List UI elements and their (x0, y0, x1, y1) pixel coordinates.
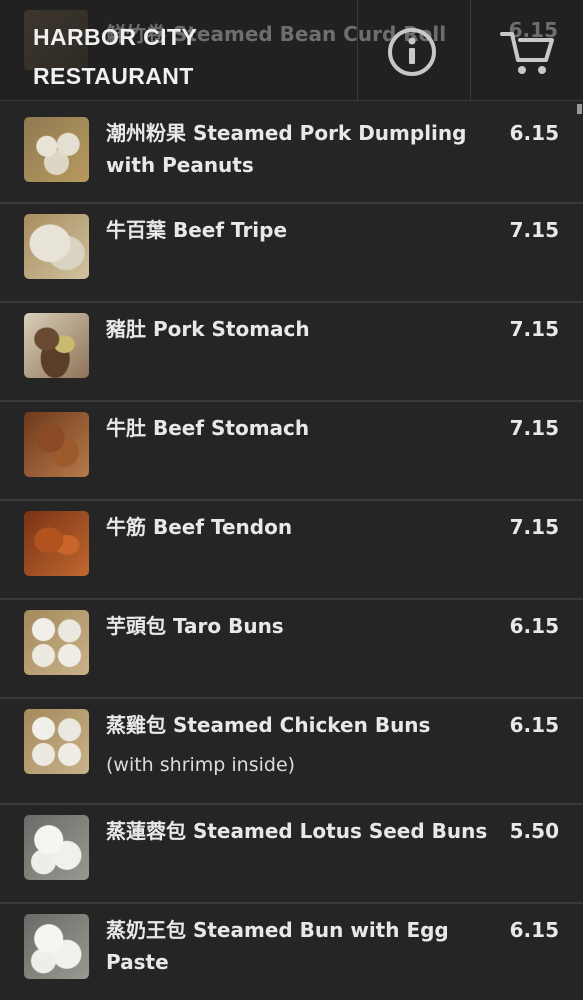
menu-item-name: 牛筋 Beef Tendon (106, 515, 293, 539)
menu-item-row[interactable]: 蒸雞包 Steamed Chicken Buns 6.15 (with shrimp… (0, 699, 583, 805)
menu-item-price: 6.15 (509, 121, 559, 145)
menu-item-row[interactable]: 牛肚 Beef Stomach 7.15 (0, 402, 583, 501)
menu-item-price: 6.15 (509, 614, 559, 638)
menu-item-price: 7.15 (509, 515, 559, 539)
menu-item-row[interactable]: 豬肚 Pork Stomach 7.15 (0, 303, 583, 402)
menu-list: 潮州粉果 Steamed Pork Dumpling with Peanuts 6… (0, 107, 583, 1000)
shopping-cart-icon (500, 32, 554, 74)
menu-item-row[interactable]: 蒸蓮蓉包 Steamed Lotus Seed Buns 5.50 (0, 805, 583, 904)
scrollbar-thumb[interactable] (577, 104, 582, 114)
menu-item-row[interactable]: 牛百葉 Beef Tripe 7.15 (0, 204, 583, 303)
menu-item-name: 潮州粉果 Steamed Pork Dumpling with Peanuts (106, 121, 467, 177)
menu-item-price: 6.15 (509, 713, 559, 737)
menu-item-thumbnail (24, 610, 89, 675)
menu-item-price: 7.15 (509, 416, 559, 440)
menu-item-thumbnail (24, 117, 89, 182)
menu-item-description: (with shrimp inside) (106, 754, 296, 776)
menu-item-thumbnail (24, 412, 89, 477)
menu-item-price: 6.15 (509, 918, 559, 942)
restaurant-name-line-2: RESTAURANT (33, 63, 194, 89)
menu-item-thumbnail (24, 815, 89, 880)
menu-item-thumbnail (24, 313, 89, 378)
menu-item-thumbnail (24, 914, 89, 979)
menu-item-name: 豬肚 Pork Stomach (106, 317, 310, 341)
menu-item-name: 芋頭包 Taro Buns (106, 614, 284, 638)
header-divider (470, 0, 471, 101)
menu-item-row[interactable]: 蒸奶王包 Steamed Bun with Egg Paste 6.15 (0, 904, 583, 1000)
menu-item-row[interactable]: 芋頭包 Taro Buns 6.15 (0, 600, 583, 699)
menu-item-price: 7.15 (509, 218, 559, 242)
info-button[interactable] (386, 26, 438, 78)
app-header: 鮮竹卷 Steamed Bean Curd Roll 6.15 HARBOR C… (0, 0, 583, 101)
restaurant-name: HARBOR CITY RESTAURANT (33, 18, 197, 96)
menu-item-name: 蒸蓮蓉包 Steamed Lotus Seed Buns (106, 819, 488, 843)
menu-item-row[interactable]: 牛筋 Beef Tendon 7.15 (0, 501, 583, 600)
header-divider (357, 0, 358, 101)
menu-item-row[interactable]: 潮州粉果 Steamed Pork Dumpling with Peanuts 6… (0, 107, 583, 204)
menu-item-thumbnail (24, 214, 89, 279)
menu-item-price: 7.15 (509, 317, 559, 341)
menu-item-name: 牛肚 Beef Stomach (106, 416, 310, 440)
menu-item-name: 牛百葉 Beef Tripe (106, 218, 288, 242)
restaurant-name-line-1: HARBOR CITY (33, 24, 198, 50)
menu-item-thumbnail (24, 511, 89, 576)
menu-item-price: 5.50 (509, 819, 559, 843)
cart-button[interactable] (498, 26, 556, 78)
menu-item-thumbnail (24, 709, 89, 774)
menu-item-name: 蒸雞包 Steamed Chicken Buns (106, 713, 431, 737)
info-circle-icon (388, 28, 436, 76)
menu-item-name: 蒸奶王包 Steamed Bun with Egg Paste (106, 918, 449, 974)
